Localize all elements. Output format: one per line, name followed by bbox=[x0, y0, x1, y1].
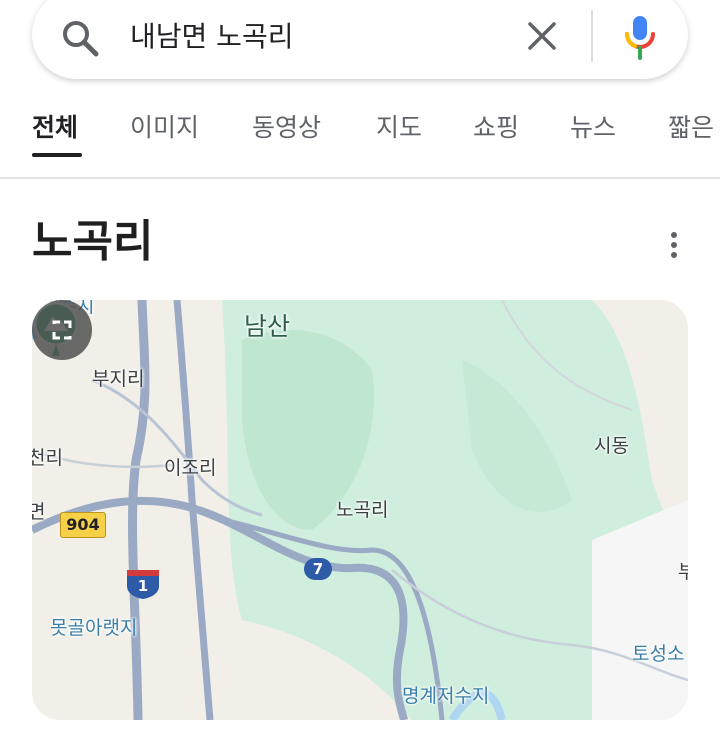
search-icon[interactable] bbox=[58, 16, 102, 60]
map-preview[interactable]: 녁수지 남산 부지리 시동 천리 이조리 노곡리 면 못골아랫지 토성소 부 명… bbox=[32, 300, 688, 720]
route-904-badge: 904 bbox=[60, 512, 106, 538]
tabs-divider bbox=[0, 177, 720, 179]
map-label-ijori: 이조리 bbox=[164, 457, 217, 479]
map-label-namsan: 남산 bbox=[244, 312, 291, 341]
highway-1-label: 1 bbox=[137, 577, 149, 595]
map-label-motgol: 못골아랫지 bbox=[50, 617, 138, 639]
tab-videos[interactable]: 동영상 bbox=[252, 112, 321, 144]
search-input[interactable]: 내남면 노곡리 bbox=[130, 18, 293, 56]
mic-icon[interactable] bbox=[622, 14, 658, 60]
close-icon[interactable] bbox=[522, 16, 562, 56]
active-tab-indicator bbox=[32, 153, 82, 157]
tab-images[interactable]: 이미지 bbox=[130, 112, 199, 144]
highway-1-shield-icon: 1 bbox=[124, 568, 162, 600]
tab-shorts[interactable]: 짧은 bbox=[668, 112, 714, 144]
tab-all[interactable]: 전체 bbox=[32, 112, 78, 144]
search-tabs: 전체 이미지 동영상 지도 쇼핑 뉴스 짧은 bbox=[0, 100, 720, 160]
map-label-bujiri: 부지리 bbox=[92, 368, 145, 390]
tab-maps[interactable]: 지도 bbox=[376, 112, 422, 144]
knowledge-panel-title: 노곡리 bbox=[32, 216, 154, 267]
search-divider bbox=[591, 10, 593, 62]
map-label-toseong: 토성소 bbox=[632, 643, 685, 665]
tab-shopping[interactable]: 쇼핑 bbox=[473, 112, 519, 144]
more-vert-icon[interactable] bbox=[664, 229, 684, 261]
map-label-myeonggye: 명계저수지 bbox=[402, 685, 490, 707]
map-label-myeon: 면 bbox=[32, 501, 46, 523]
map-label-nogokri: 노곡리 bbox=[336, 499, 389, 521]
expand-icon[interactable] bbox=[32, 300, 92, 360]
map-label-sidong: 시동 bbox=[594, 435, 629, 457]
tab-news[interactable]: 뉴스 bbox=[570, 112, 616, 144]
map-label-cheolli: 천리 bbox=[32, 447, 63, 469]
map-label-right-edge: 부 bbox=[678, 561, 688, 583]
route-7-badge: 7 bbox=[304, 558, 332, 580]
